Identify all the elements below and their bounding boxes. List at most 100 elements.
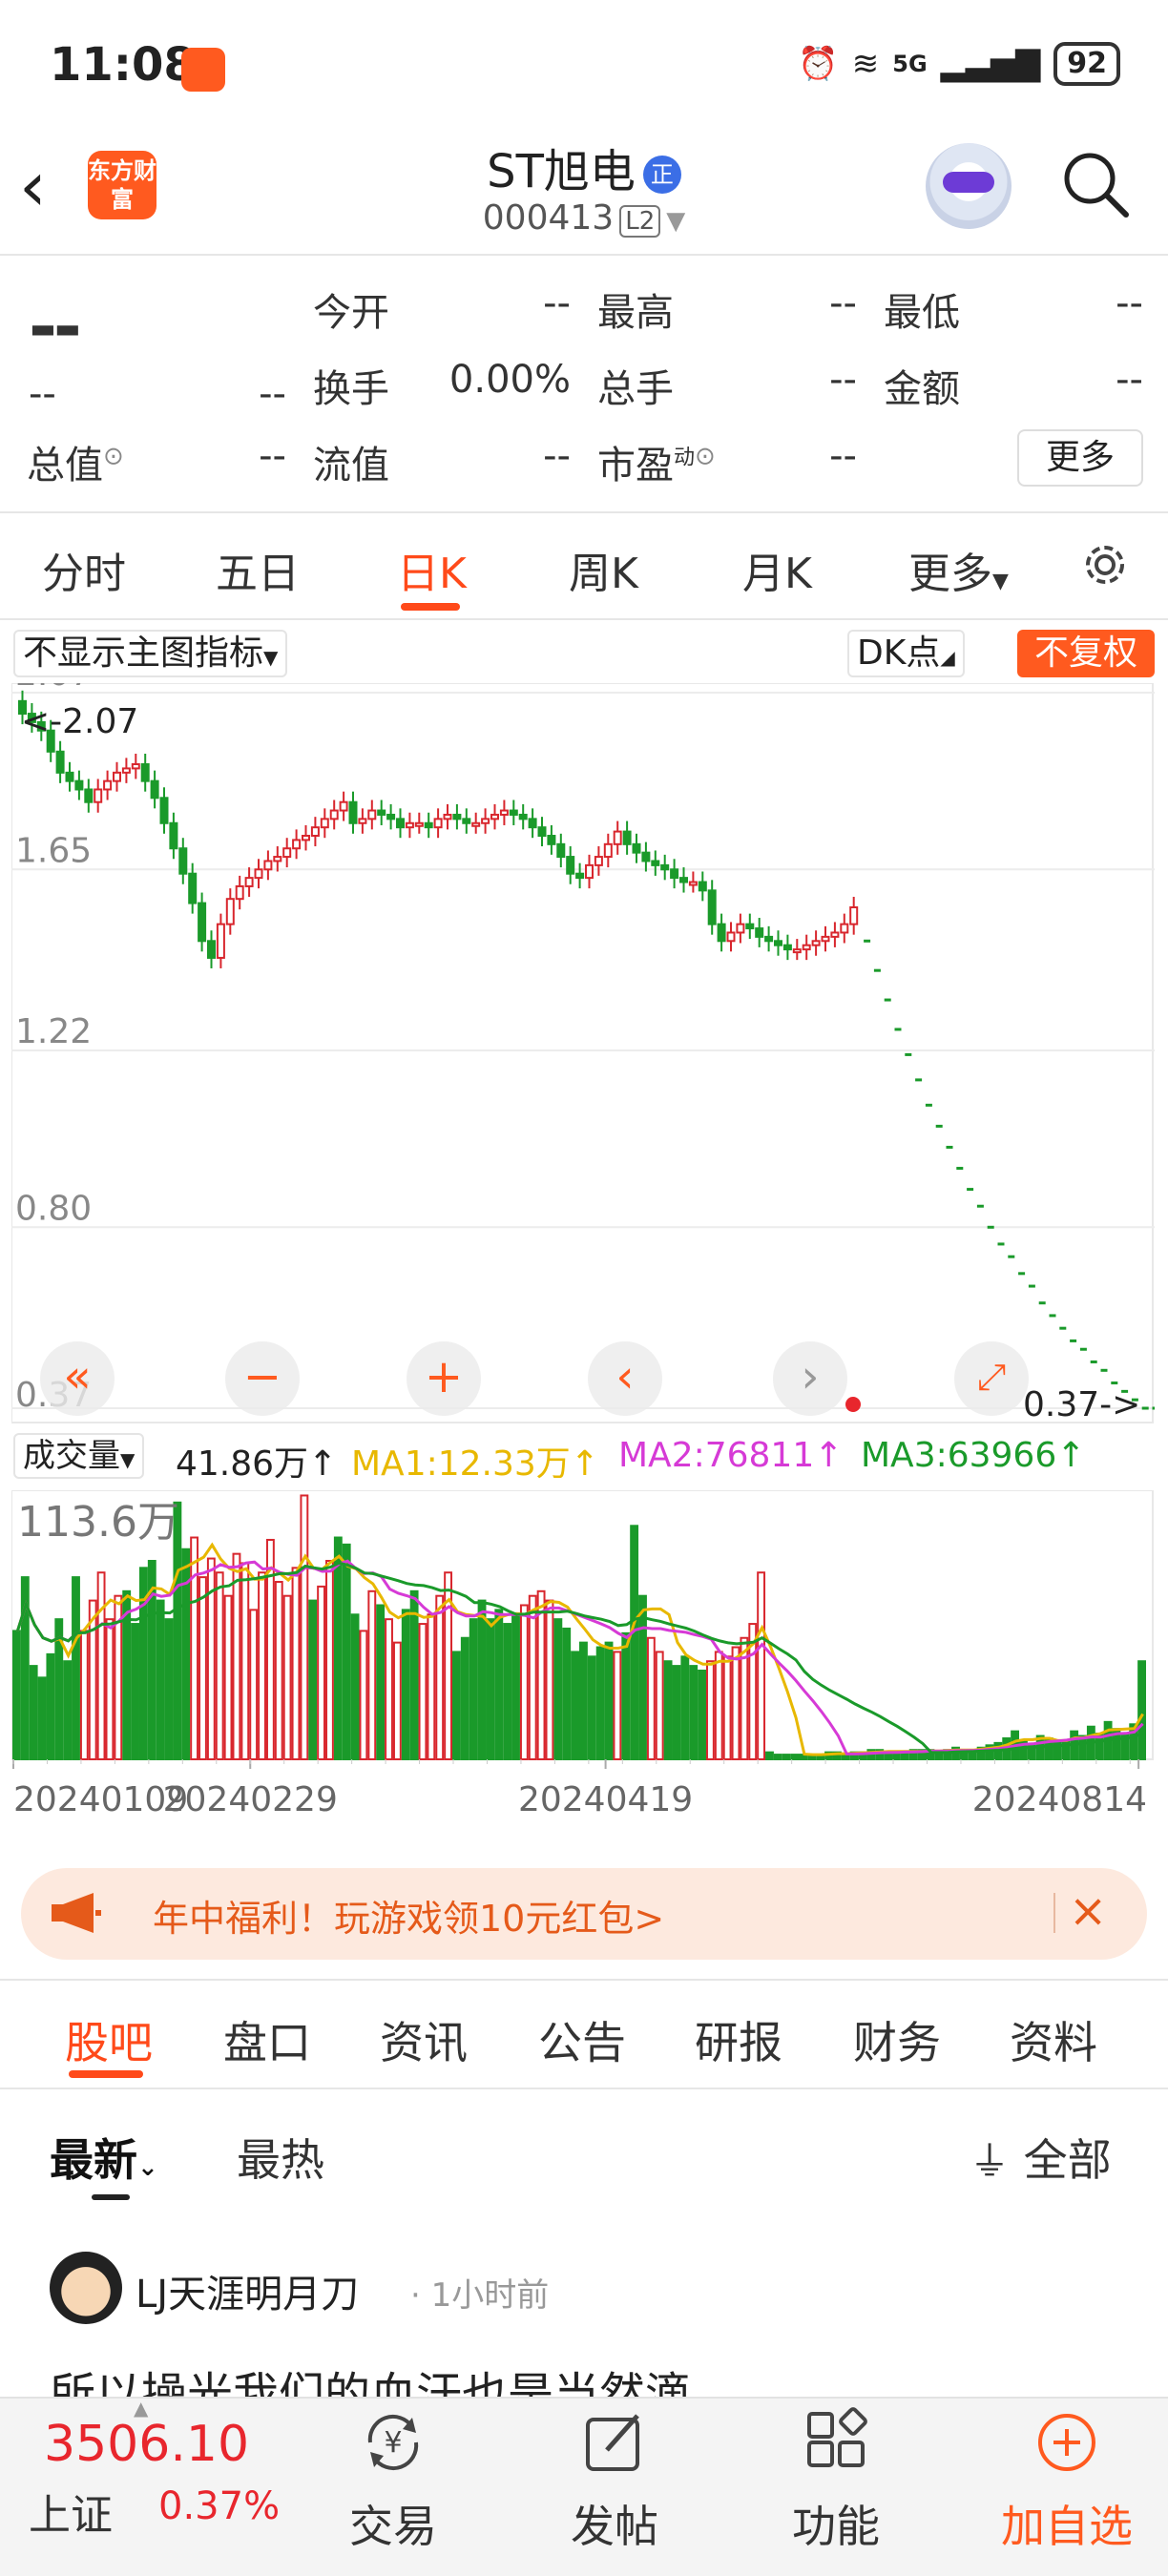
volume-chart[interactable]: 113.6万 2024010920240229 20240419 20240814 [11,1490,1155,1849]
candle-body [613,830,622,845]
candle-body [575,872,585,880]
gear-icon[interactable] [1076,536,1134,593]
field-label: 换手 [313,367,389,411]
nav-trade[interactable]: ¥ 交易 [317,2406,469,2555]
volume-bar [604,1641,614,1760]
zoom-in-button[interactable]: + [407,1341,481,1416]
candle-body [207,940,216,959]
candle-body [263,860,273,871]
candle-body [462,818,471,824]
scroll-right-button[interactable]: › [773,1341,847,1416]
info-icon[interactable]: ⊙ [103,443,124,471]
volume-bar [359,1630,368,1760]
status-indicators: ⏰ ≋ 5G ▂▃▅▇ 92 [798,42,1120,86]
nav-trade-label: 交易 [349,2501,437,2552]
tab-five-day[interactable]: 五日 [216,539,300,600]
tab-profile[interactable]: 资料 [1010,2008,1097,2071]
tab-research[interactable]: 研报 [695,2008,782,2071]
candle-body [131,763,140,770]
tab-announcements[interactable]: 公告 [538,2008,626,2071]
avatar[interactable] [50,2252,122,2324]
index-value[interactable]: 3506.10 [44,2416,249,2473]
volume-bar [1137,1660,1146,1760]
adjust-button[interactable]: 不复权 [1017,630,1155,677]
volume-top-label: 113.6万 [17,1498,179,1547]
volume-bar [757,1571,766,1760]
current-price: -- [29,286,82,366]
candle-body [169,821,178,850]
indicator-select[interactable]: 不显示主图指标▼ [13,630,288,677]
network-type: 5G [892,51,928,77]
promo-close-button[interactable]: × [1069,1884,1107,1938]
kline-y-tick: 0.80 [15,1189,92,1228]
tab-daily-k[interactable]: 日K [397,539,467,600]
nav-post[interactable]: 发帖 [538,2406,691,2555]
volume-bar [258,1571,266,1760]
volume-bar [773,1754,782,1760]
x-tick-label: 20240229 [163,1780,338,1819]
kline-chart[interactable]: 2.071.651.220.800.37 <-2.07 0.37-> [11,683,1155,1423]
tab-monthly-k[interactable]: 月K [742,539,812,600]
zoom-out-button[interactable]: − [225,1341,300,1416]
tab-more[interactable]: 更多▼ [908,539,1009,600]
scroll-left-fast-button[interactable]: « [40,1341,115,1416]
filter-button[interactable]: ⏚ 全部 [970,2126,1112,2189]
volume-bar [587,1655,596,1760]
candle-body [651,860,660,866]
nav-functions[interactable]: 功能 [760,2406,912,2555]
candle-body [310,826,320,837]
robot-assistant-icon[interactable] [926,143,1012,229]
tab-intraday[interactable]: 分时 [42,539,126,600]
field-label: 金额 [884,367,960,411]
indicator-select-label: 不显示主图指标 [23,634,264,673]
candle-body [821,935,830,943]
nav-functions-label: 功能 [792,2501,880,2552]
sort-latest[interactable]: 最新⌄ [50,2126,158,2189]
candle-body [471,821,481,827]
scroll-left-button[interactable]: ‹ [588,1341,662,1416]
candle-body [547,835,556,845]
index-change-pct[interactable]: 0.37% [158,2484,280,2528]
ma2-value: MA2:76811↑ [618,1436,844,1475]
candle-body [94,788,103,803]
ma3-value: MA3:63966↑ [861,1436,1086,1475]
post-username[interactable]: LJ天涯明月刀 [136,2263,359,2318]
caret-down-icon: ▼ [992,570,1009,593]
index-name[interactable]: 上证 [29,2481,113,2542]
limit-down-dots [864,939,1155,1410]
dk-select[interactable]: DK点◢ [847,630,965,677]
volume-bar [528,1594,537,1760]
kline-y-tick: 1.22 [15,1012,92,1051]
sort-hot[interactable]: 最热 [237,2126,324,2189]
volume-bar [1061,1739,1071,1761]
candle-body [830,931,840,938]
volume-bar [646,1636,656,1760]
candle-body [622,830,632,845]
tab-weekly-k[interactable]: 周K [569,539,638,600]
volume-bar [477,1599,487,1760]
pe-label: 市盈动⊙ [597,434,716,489]
tab-finance[interactable]: 财务 [853,2008,941,2071]
tab-guba[interactable]: 股吧 [65,2008,153,2071]
tab-pankou[interactable]: 盘口 [223,2008,311,2071]
nav-post-label: 发帖 [571,2501,658,2552]
current-point-dot [845,1397,861,1412]
candle-body [490,813,499,821]
volume-bar [342,1543,351,1760]
tab-news[interactable]: 资讯 [380,2008,468,2071]
volume-bar [325,1559,334,1760]
minus-icon: − [242,1350,282,1403]
volume-bar [519,1604,529,1760]
candle-body [811,940,821,946]
nav-add-watchlist[interactable]: 加自选 [981,2406,1153,2555]
volume-bar [215,1571,224,1760]
search-icon[interactable] [1059,148,1132,220]
signal-icon: ▂▃▅▇ [940,45,1041,83]
fullscreen-button[interactable]: ⤢ [954,1341,1029,1416]
promo-text[interactable]: 年中福利！玩游戏领10元红包> [153,1889,664,1942]
more-button[interactable]: 更多 [1017,429,1143,487]
info-icon[interactable]: ⊙ [695,443,716,471]
volume-select[interactable]: 成交量▼ [13,1433,145,1479]
candle-body [396,818,405,829]
stock-name: ST旭电 [487,145,636,198]
